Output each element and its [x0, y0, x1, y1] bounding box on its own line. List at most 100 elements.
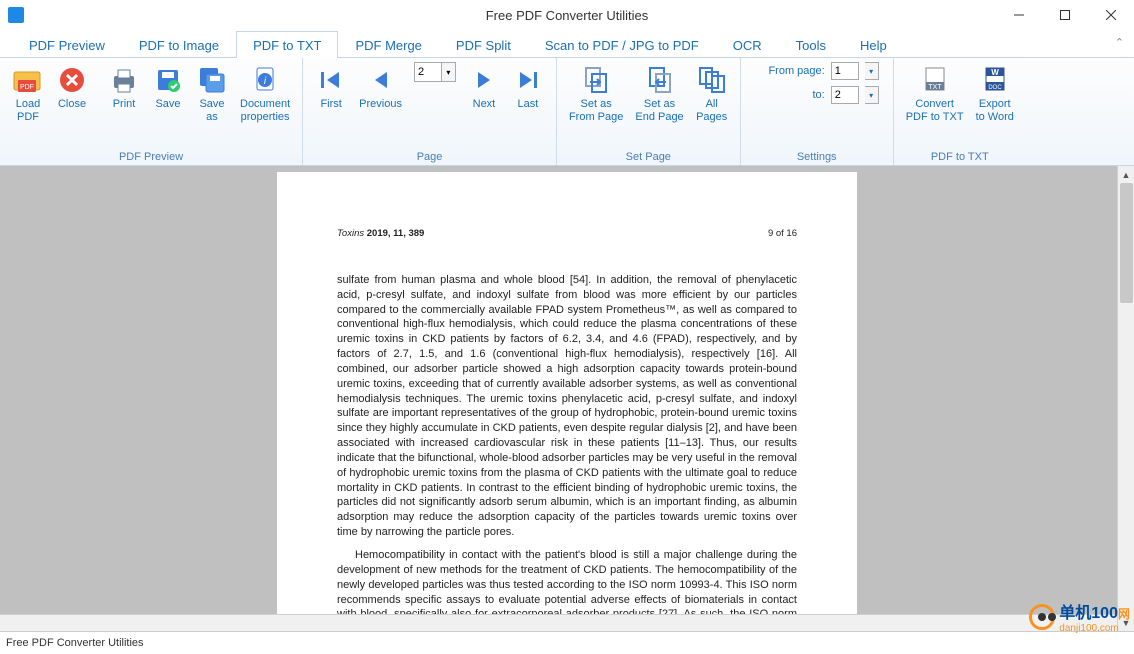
vertical-scrollbar[interactable]: ▲ ▼: [1117, 166, 1134, 631]
first-page-button[interactable]: First: [309, 62, 353, 113]
ribbon-group-set-page: Set as From Page Set as End Page All Pag…: [557, 58, 741, 165]
next-label: Next: [473, 98, 496, 111]
save-icon: [152, 64, 184, 96]
save-as-icon: [196, 64, 228, 96]
last-label: Last: [518, 98, 539, 111]
export-to-word-button[interactable]: W DOC Export to Word: [970, 62, 1020, 126]
svg-text:W: W: [991, 68, 999, 77]
ribbon-toolbar: PDF Load PDF Close Print: [0, 58, 1134, 166]
watermark-logo: 单机100网 danji100.com: [1029, 599, 1130, 634]
group-label-page: Page: [417, 151, 443, 163]
print-button[interactable]: Print: [102, 62, 146, 113]
from-page-setting-input[interactable]: [831, 62, 859, 80]
all-pages-button[interactable]: All Pages: [690, 62, 734, 126]
minimize-button[interactable]: [996, 0, 1042, 30]
tab-scan-to-pdf[interactable]: Scan to PDF / JPG to PDF: [528, 31, 716, 58]
window-controls: [996, 0, 1134, 30]
next-page-button[interactable]: Next: [462, 62, 506, 113]
from-page-dropdown[interactable]: ▾: [865, 62, 879, 80]
last-icon: [512, 64, 544, 96]
ribbon-collapse-chevron[interactable]: ⌃: [1115, 36, 1124, 49]
main-tabs: PDF Preview PDF to Image PDF to TXT PDF …: [0, 30, 1134, 58]
document-properties-button[interactable]: i Document properties: [234, 62, 296, 126]
page-header: Toxins 2019, 11, 389 9 of 16: [337, 228, 797, 241]
app-icon: [8, 7, 24, 23]
save-as-label: Save as: [199, 98, 224, 124]
ribbon-group-settings: From page: ▾ to: ▾ Settings: [741, 58, 894, 165]
to-page-dropdown[interactable]: ▾: [865, 86, 879, 104]
from-page-icon: [580, 64, 612, 96]
from-page-label: Set as From Page: [569, 98, 623, 124]
ribbon-group-pdf-to-txt: TXT Convert PDF to TXT W DOC Export to Wo…: [894, 58, 1026, 165]
to-page-setting-input[interactable]: [831, 86, 859, 104]
journal-info: Toxins 2019, 11, 389: [337, 228, 424, 241]
tab-help[interactable]: Help: [843, 31, 904, 58]
ribbon-group-page: First Previous ▾ Next: [303, 58, 557, 165]
load-pdf-button[interactable]: PDF Load PDF: [6, 62, 50, 126]
status-bar: Free PDF Converter Utilities: [0, 632, 1134, 654]
page-dropdown-button[interactable]: ▾: [442, 62, 456, 82]
all-pages-label: All Pages: [696, 98, 727, 124]
tab-pdf-to-txt[interactable]: PDF to TXT: [236, 31, 338, 58]
save-button[interactable]: Save: [146, 62, 190, 113]
set-end-page-button[interactable]: Set as End Page: [629, 62, 689, 126]
close-button[interactable]: Close: [50, 62, 94, 113]
close-label: Close: [58, 98, 86, 111]
info-icon: i: [249, 64, 281, 96]
current-page-input[interactable]: [414, 62, 442, 82]
end-page-label: Set as End Page: [635, 98, 683, 124]
paragraph-1: sulfate from human plasma and whole bloo…: [337, 273, 797, 540]
scroll-up-arrow[interactable]: ▲: [1118, 166, 1134, 183]
pdf-viewer-area: Toxins 2019, 11, 389 9 of 16 sulfate fro…: [0, 166, 1134, 632]
from-page-setting-label: From page:: [755, 65, 825, 77]
tab-pdf-to-image[interactable]: PDF to Image: [122, 31, 236, 58]
window-title: Free PDF Converter Utilities: [486, 8, 649, 23]
tab-pdf-merge[interactable]: PDF Merge: [338, 31, 438, 58]
svg-text:DOC: DOC: [988, 85, 1002, 91]
pdf-page: Toxins 2019, 11, 389 9 of 16 sulfate fro…: [277, 172, 857, 631]
set-from-page-button[interactable]: Set as From Page: [563, 62, 629, 126]
first-label: First: [320, 98, 341, 111]
doc-props-label: Document properties: [240, 98, 290, 124]
save-label: Save: [155, 98, 180, 111]
to-page-setting-label: to:: [755, 89, 825, 101]
export-label: Export to Word: [976, 98, 1014, 124]
maximize-button[interactable]: [1042, 0, 1088, 30]
scrollbar-thumb[interactable]: [1120, 183, 1133, 303]
print-label: Print: [113, 98, 136, 111]
load-pdf-label: Load PDF: [16, 98, 40, 124]
first-icon: [315, 64, 347, 96]
ribbon-group-pdf-preview: PDF Load PDF Close Print: [0, 58, 303, 165]
tab-ocr[interactable]: OCR: [716, 31, 779, 58]
previous-icon: [365, 64, 397, 96]
group-label-preview: PDF Preview: [119, 151, 183, 163]
folder-pdf-icon: PDF: [12, 64, 44, 96]
group-label-pdftotxt: PDF to TXT: [931, 151, 989, 163]
last-page-button[interactable]: Last: [506, 62, 550, 113]
tab-pdf-preview[interactable]: PDF Preview: [12, 31, 122, 58]
save-as-button[interactable]: Save as: [190, 62, 234, 126]
page-number: 9 of 16: [768, 228, 797, 241]
word-file-icon: W DOC: [979, 64, 1011, 96]
svg-text:PDF: PDF: [20, 84, 34, 91]
next-icon: [468, 64, 500, 96]
watermark-text-2: 网: [1118, 607, 1130, 621]
horizontal-scrollbar[interactable]: [0, 614, 1117, 631]
convert-pdf-to-txt-button[interactable]: TXT Convert PDF to TXT: [900, 62, 970, 126]
group-label-setpage: Set Page: [626, 151, 671, 163]
watermark-url: danji100.com: [1059, 623, 1130, 634]
previous-label: Previous: [359, 98, 402, 111]
previous-page-button[interactable]: Previous: [353, 62, 408, 113]
close-window-button[interactable]: [1088, 0, 1134, 30]
window-titlebar: Free PDF Converter Utilities: [0, 0, 1134, 30]
tab-tools[interactable]: Tools: [779, 31, 843, 58]
close-icon: [56, 64, 88, 96]
end-page-icon: [644, 64, 676, 96]
convert-label: Convert PDF to TXT: [906, 98, 964, 124]
watermark-text-1: 单机100: [1059, 605, 1118, 622]
tab-pdf-split[interactable]: PDF Split: [439, 31, 528, 58]
current-page-input-wrap: ▾: [414, 62, 456, 82]
printer-icon: [108, 64, 140, 96]
status-text: Free PDF Converter Utilities: [6, 637, 144, 649]
group-label-settings: Settings: [797, 151, 837, 163]
